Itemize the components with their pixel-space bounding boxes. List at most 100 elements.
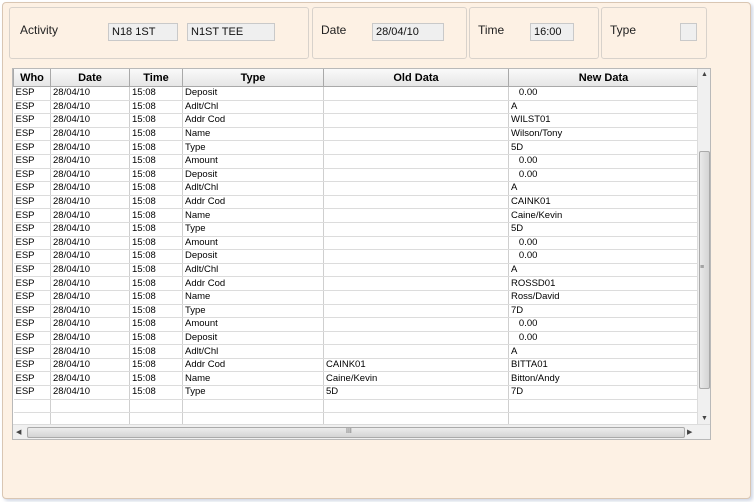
cell-type: Type: [182, 222, 324, 237]
vertical-grip: ≡: [700, 264, 705, 271]
cell-who: ESP: [13, 344, 51, 359]
column-header-time[interactable]: Time: [129, 69, 183, 87]
table-row[interactable]: ESP 28/04/10 15:08 Deposit 0.00: [13, 168, 699, 183]
time-label: Time: [478, 23, 505, 37]
table-row[interactable]: ESP 28/04/10 15:08 Adlt/Chl A: [13, 181, 699, 196]
cell-time: 15:08: [129, 181, 183, 196]
cell-old-data: [323, 140, 509, 155]
cell-date: 28/04/10: [50, 290, 130, 305]
cell-old-data: [323, 154, 509, 169]
arrow-down-icon[interactable]: ▼: [701, 415, 708, 422]
cell-date: 28/04/10: [50, 168, 130, 183]
cell-old-data: Caine/Kevin: [323, 371, 509, 387]
cell-time: 15:08: [129, 222, 183, 237]
column-header-date[interactable]: Date: [50, 69, 130, 87]
cell-date: 28/04/10: [50, 276, 130, 291]
table-row[interactable]: ESP 28/04/10 15:08 Addr Cod CAINK01: [13, 195, 699, 210]
cell-new-data: CAINK01: [508, 195, 699, 210]
table-row[interactable]: ESP 28/04/10 15:08 Deposit 0.00: [13, 331, 699, 346]
cell-type: Type: [182, 140, 324, 155]
time-panel: Time 16:00: [469, 7, 599, 59]
column-header-type[interactable]: Type: [182, 69, 324, 87]
type-field[interactable]: [680, 23, 697, 41]
table-row[interactable]: ESP 28/04/10 15:08 Adlt/Chl A: [13, 344, 699, 359]
column-header-old-data[interactable]: Old Data: [323, 69, 509, 87]
cell-type: Adlt/Chl: [182, 100, 324, 115]
arrow-right-icon[interactable]: ▶: [687, 428, 692, 436]
table-row[interactable]: ESP 28/04/10 15:08 Name Wilson/Tony: [13, 127, 699, 142]
cell-type: Adlt/Chl: [182, 263, 324, 278]
cell-who: ESP: [13, 304, 51, 319]
table-row[interactable]: ESP 28/04/10 15:08 Adlt/Chl A: [13, 100, 699, 115]
cell-time: 15:08: [129, 263, 183, 278]
cell-time: 15:08: [129, 236, 183, 251]
cell-date: 28/04/10: [50, 317, 130, 332]
table-row[interactable]: ESP 28/04/10 15:08 Addr Cod CAINK01 BITTA01: [13, 358, 699, 373]
empty-cell: [508, 399, 699, 414]
horizontal-scrollbar[interactable]: ◀ III ▶: [13, 424, 710, 439]
table-row[interactable]: ESP 28/04/10 15:08 Amount 0.00: [13, 236, 699, 251]
table-row[interactable]: ESP 28/04/10 15:08 Type 5D: [13, 222, 699, 237]
table-row[interactable]: ESP 28/04/10 15:08 Name Caine/Kevin: [13, 208, 699, 223]
vertical-scrollbar[interactable]: ▲ ≡ ▼: [697, 69, 710, 426]
arrow-left-icon[interactable]: ◀: [16, 428, 21, 436]
cell-type: Amount: [182, 317, 324, 332]
cell-time: 15:08: [129, 208, 183, 223]
cell-old-data: [323, 317, 509, 332]
table-row[interactable]: ESP 28/04/10 15:08 Addr Cod WILST01: [13, 113, 699, 128]
cell-time: 15:08: [129, 249, 183, 264]
table-row[interactable]: ESP 28/04/10 15:08 Name Caine/Kevin Bitton/An…: [13, 371, 699, 387]
cell-date: 28/04/10: [50, 385, 130, 400]
cell-type: Addr Cod: [182, 113, 324, 128]
cell-date: 28/04/10: [50, 140, 130, 155]
cell-time: 15:08: [129, 195, 183, 210]
table-row[interactable]: ESP 28/04/10 15:08 Adlt/Chl A: [13, 263, 699, 278]
empty-cell: [323, 399, 509, 414]
cell-old-data: [323, 86, 509, 101]
cell-new-data: 5D: [508, 222, 699, 237]
table-row[interactable]: ESP 28/04/10 15:08 Deposit 0.00: [13, 249, 699, 264]
cell-old-data: [323, 127, 509, 142]
cell-time: 15:08: [129, 331, 183, 346]
cell-who: ESP: [13, 331, 51, 346]
horizontal-scroll-thumb[interactable]: [27, 427, 685, 438]
date-panel: Date 28/04/10: [312, 7, 467, 59]
cell-date: 28/04/10: [50, 113, 130, 128]
cell-old-data: CAINK01: [323, 358, 509, 373]
table-row[interactable]: ESP 28/04/10 15:08 Addr Cod ROSSD01: [13, 276, 699, 291]
cell-new-data: Caine/Kevin: [508, 208, 699, 223]
activity-code-field[interactable]: N18 1ST: [108, 23, 178, 41]
table-row[interactable]: ESP 28/04/10 15:08 Amount 0.00: [13, 154, 699, 169]
cell-date: 28/04/10: [50, 127, 130, 142]
date-label: Date: [321, 23, 347, 37]
table-row[interactable]: ESP 28/04/10 15:08 Type 5D 7D: [13, 385, 699, 400]
empty-cell: [13, 399, 51, 414]
table-row[interactable]: ESP 28/04/10 15:08 Amount 0.00: [13, 317, 699, 332]
cell-new-data: BITTA01: [508, 358, 699, 373]
cell-date: 28/04/10: [50, 100, 130, 115]
cell-type: Amount: [182, 236, 324, 251]
cell-new-data: 0.00: [508, 331, 699, 346]
cell-old-data: [323, 331, 509, 346]
date-field[interactable]: 28/04/10: [372, 23, 444, 41]
cell-who: ESP: [13, 181, 51, 196]
column-header-new-data[interactable]: New Data: [508, 69, 699, 87]
cell-who: ESP: [13, 385, 51, 400]
activity-name-field[interactable]: N1ST TEE: [187, 23, 275, 41]
column-header-who[interactable]: Who: [13, 69, 51, 87]
table-row[interactable]: ESP 28/04/10 15:08 Deposit 0.00: [13, 86, 699, 101]
cell-old-data: 5D: [323, 385, 509, 400]
table-row[interactable]: ESP 28/04/10 15:08 Type 5D: [13, 140, 699, 155]
cell-type: Adlt/Chl: [182, 344, 324, 359]
type-panel: Type: [601, 7, 707, 59]
arrow-up-icon[interactable]: ▲: [701, 71, 708, 78]
cell-date: 28/04/10: [50, 344, 130, 359]
cell-date: 28/04/10: [50, 181, 130, 196]
table-row[interactable]: ESP 28/04/10 15:08 Type 7D: [13, 304, 699, 319]
empty-cell: [182, 399, 324, 414]
cell-time: 15:08: [129, 304, 183, 319]
cell-type: Name: [182, 371, 324, 387]
time-field[interactable]: 16:00: [530, 23, 574, 41]
table-row[interactable]: ESP 28/04/10 15:08 Name Ross/David: [13, 290, 699, 305]
cell-new-data: 0.00: [508, 168, 699, 183]
